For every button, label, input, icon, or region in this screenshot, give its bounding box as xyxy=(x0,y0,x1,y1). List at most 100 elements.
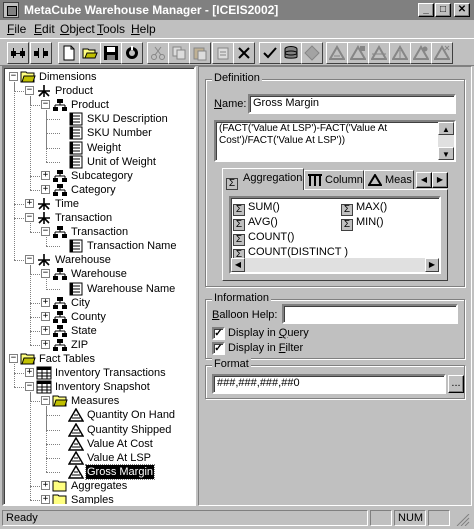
maximize-button[interactable]: □ xyxy=(435,3,451,17)
scroll-up-button[interactable]: ▲ xyxy=(438,122,454,135)
measure1-button[interactable] xyxy=(326,42,348,64)
minimize-button[interactable]: _ xyxy=(418,3,434,17)
tab-measures[interactable]: Meas xyxy=(364,170,414,190)
tree-node[interactable]: + Category xyxy=(4,183,194,197)
tab-aggregations[interactable]: Σ Aggregations xyxy=(222,168,304,190)
measure3-button[interactable] xyxy=(368,42,390,64)
aggregation-min[interactable]: Σ MIN() xyxy=(341,215,384,231)
tree-node[interactable]: − Product xyxy=(4,98,194,112)
connect-button[interactable] xyxy=(7,42,29,64)
display-in-query-label[interactable]: Display in Query xyxy=(228,327,309,339)
measure6-button[interactable] xyxy=(431,42,453,64)
collapse-icon[interactable]: − xyxy=(25,213,34,222)
database-button[interactable] xyxy=(280,42,302,64)
app-icon[interactable] xyxy=(3,2,19,18)
aggregations-hscrollbar[interactable]: ◀ ▶ xyxy=(231,258,439,272)
tree-node[interactable]: Unit of Weight xyxy=(4,155,194,169)
check-button[interactable] xyxy=(259,42,281,64)
collapse-icon[interactable]: − xyxy=(41,396,50,406)
menu-file[interactable]: File xyxy=(7,22,26,36)
tree-node[interactable]: SKU Description xyxy=(4,112,194,126)
collapse-icon[interactable]: − xyxy=(41,269,50,279)
hscroll-right-button[interactable]: ▶ xyxy=(425,258,439,272)
tree-node[interactable]: − Warehouse xyxy=(4,267,194,281)
display-in-query-checkbox[interactable]: ✓ xyxy=(212,327,225,340)
measure4-button[interactable] xyxy=(389,42,411,64)
tree-node[interactable]: Value At LSP xyxy=(4,450,194,465)
object-tree[interactable]: − Dimensions − Product − Product SKU Descripti… xyxy=(2,66,196,506)
expand-icon[interactable]: + xyxy=(41,311,50,321)
expand-icon[interactable]: + xyxy=(41,297,50,307)
tree-node[interactable]: Quantity On Hand xyxy=(4,407,194,423)
expression-field[interactable]: (FACT('Value At LSP')-FACT('Value At Cos… xyxy=(214,120,456,162)
menu-tools[interactable]: Tools xyxy=(97,22,125,36)
aggregation-max[interactable]: Σ MAX() xyxy=(341,200,387,216)
scroll-down-button[interactable]: ▼ xyxy=(438,147,454,160)
menu-help[interactable]: Help xyxy=(131,22,156,36)
tree-node[interactable]: − Fact Tables xyxy=(4,352,194,366)
collapse-icon[interactable]: − xyxy=(41,227,50,237)
measure5-button[interactable] xyxy=(410,42,432,64)
save-button[interactable] xyxy=(100,42,122,64)
tree-node[interactable]: + Time xyxy=(4,197,194,211)
tree-node[interactable]: + Samples xyxy=(4,493,194,504)
disconnect-button[interactable] xyxy=(30,42,52,64)
tree-node[interactable]: − Product xyxy=(4,84,194,98)
tree-node[interactable]: Quantity Shipped xyxy=(4,422,194,437)
tree-node[interactable]: + Inventory Transactions xyxy=(4,366,194,380)
expand-icon[interactable]: + xyxy=(41,170,50,180)
tree-node[interactable]: − Dimensions xyxy=(4,70,194,84)
expand-icon[interactable]: + xyxy=(41,325,50,335)
paste-button[interactable] xyxy=(189,42,211,64)
paste-special-button[interactable] xyxy=(212,42,234,64)
tree-node[interactable]: + Aggregates xyxy=(4,479,194,493)
expand-icon[interactable]: + xyxy=(25,368,34,378)
open-button[interactable] xyxy=(79,42,101,64)
tree-node[interactable]: SKU Number xyxy=(4,126,194,140)
expand-icon[interactable]: + xyxy=(41,495,50,504)
diamond-button[interactable] xyxy=(301,42,323,64)
display-in-filter-label[interactable]: Display in Filter xyxy=(228,342,303,354)
close-button[interactable]: ✕ xyxy=(454,3,470,17)
tab-columns[interactable]: Columns xyxy=(304,170,364,190)
expand-icon[interactable]: + xyxy=(25,198,34,208)
tab-scroll-right-button[interactable]: ▶ xyxy=(432,172,448,188)
collapse-icon[interactable]: − xyxy=(9,354,18,363)
tree-node[interactable]: + State xyxy=(4,324,194,338)
hscroll-left-button[interactable]: ◀ xyxy=(231,258,245,272)
resize-grip-icon[interactable] xyxy=(454,513,470,527)
collapse-icon[interactable]: − xyxy=(9,72,18,81)
balloon-help-field[interactable] xyxy=(282,304,458,324)
tree-node[interactable]: − Warehouse xyxy=(4,253,194,267)
tree-node[interactable]: + County xyxy=(4,310,194,324)
delete-button[interactable] xyxy=(233,42,255,64)
tree-node[interactable]: Transaction Name xyxy=(4,239,194,253)
tree-node[interactable]: − Transaction xyxy=(4,211,194,225)
expand-icon[interactable]: + xyxy=(41,339,50,349)
name-field[interactable]: Gross Margin xyxy=(248,94,456,114)
copy-button[interactable] xyxy=(168,42,190,64)
refresh-button[interactable] xyxy=(121,42,143,64)
format-field[interactable]: ###,###,###,##0 xyxy=(212,374,446,394)
format-browse-button[interactable]: ... xyxy=(448,375,464,393)
measure2-button[interactable] xyxy=(347,42,369,64)
menu-object[interactable]: Object xyxy=(60,22,95,36)
collapse-icon[interactable]: − xyxy=(25,86,34,96)
expand-icon[interactable]: + xyxy=(41,184,50,194)
title-bar[interactable]: MetaCube Warehouse Manager - [ICEIS2002]… xyxy=(0,0,474,20)
tree-node[interactable]: + Subcategory xyxy=(4,169,194,183)
expression-scrollbar[interactable]: ▲ ▼ xyxy=(438,122,454,160)
display-in-filter-checkbox[interactable]: ✓ xyxy=(212,342,225,355)
aggregation-avg[interactable]: Σ AVG() xyxy=(233,215,278,231)
tree-node[interactable]: Weight xyxy=(4,141,194,155)
tree-node[interactable]: − Inventory Snapshot xyxy=(4,380,194,394)
tree-node[interactable]: − Measures xyxy=(4,394,194,408)
collapse-icon[interactable]: − xyxy=(25,255,34,265)
new-button[interactable] xyxy=(58,42,80,64)
aggregation-count-distinct[interactable]: Σ COUNT(DISTINCT ) xyxy=(233,245,348,261)
tree-node[interactable]: Gross Margin xyxy=(4,463,194,480)
aggregation-count[interactable]: Σ COUNT() xyxy=(233,230,294,246)
tab-scroll-left-button[interactable]: ◀ xyxy=(416,172,432,188)
menu-edit[interactable]: Edit xyxy=(34,22,55,36)
tree-node[interactable]: Value At Cost xyxy=(4,436,194,451)
